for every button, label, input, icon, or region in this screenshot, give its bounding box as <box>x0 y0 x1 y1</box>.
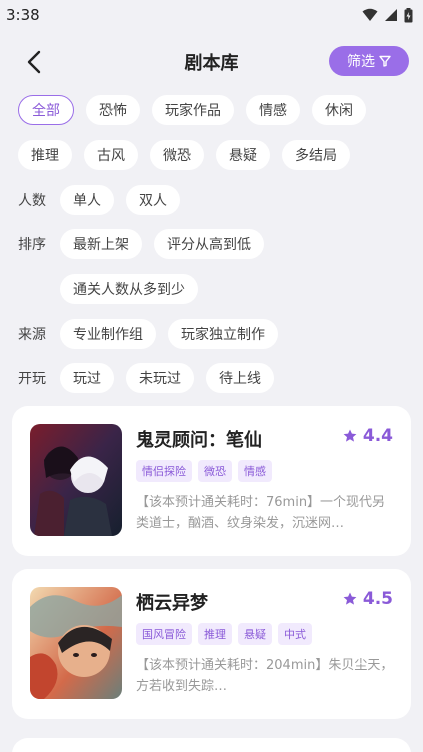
chip-genre-mild-horror[interactable]: 微恐 <box>150 140 204 170</box>
source-label: 来源 <box>18 327 46 343</box>
script-tag: 推理 <box>198 623 232 645</box>
chip-sort-rating[interactable]: 评分从高到低 <box>154 229 264 259</box>
chip-played-yes[interactable]: 玩过 <box>60 363 114 393</box>
wifi-icon <box>362 8 378 21</box>
script-card-partial[interactable] <box>12 738 411 752</box>
chip-source-indie[interactable]: 玩家独立制作 <box>168 319 278 349</box>
chip-genre-mystery[interactable]: 推理 <box>18 140 72 170</box>
script-card[interactable]: 栖云异梦 4.5 国风冒险 推理 悬疑 中式 【该本预计通关耗时：204min】… <box>12 569 411 719</box>
back-button[interactable] <box>20 48 48 76</box>
chip-genre-ancient[interactable]: 古风 <box>84 140 138 170</box>
status-icons <box>362 7 413 23</box>
signal-icon <box>385 9 397 21</box>
chip-sort-completions[interactable]: 通关人数从多到少 <box>60 274 198 304</box>
script-rating: 4.5 <box>343 589 393 609</box>
players-label: 人数 <box>18 193 46 209</box>
chip-genre-all[interactable]: 全部 <box>18 95 74 125</box>
status-bar: 3:38 <box>0 0 423 30</box>
chip-source-pro[interactable]: 专业制作组 <box>60 319 156 349</box>
rating-value: 4.5 <box>362 589 393 609</box>
script-title: 栖云异梦 <box>136 593 208 614</box>
chip-genre-emotion[interactable]: 情感 <box>246 95 300 125</box>
players-row: 人数 单人 双人 <box>18 185 180 215</box>
chip-genre-multi-ending[interactable]: 多结局 <box>282 140 350 170</box>
status-time: 3:38 <box>6 6 40 24</box>
script-cover-image <box>30 587 122 699</box>
star-icon <box>343 429 357 442</box>
chip-sort-newest[interactable]: 最新上架 <box>60 229 142 259</box>
filter-button[interactable]: 筛选 <box>329 46 409 76</box>
chip-genre-horror[interactable]: 恐怖 <box>86 95 140 125</box>
script-description: 【该本预计通关耗时：204min】朱贝尘天，方若收到失踪… <box>136 658 394 694</box>
script-tags: 情侣探险 微恐 情感 <box>136 460 272 482</box>
page-title: 剧本库 <box>184 53 239 74</box>
source-row: 来源 专业制作组 玩家独立制作 <box>18 319 278 349</box>
chip-genre-player-works[interactable]: 玩家作品 <box>152 95 234 125</box>
script-description: 【该本预计通关耗时：76min】一个现代另类道士，酗酒、纹身染发，沉迷网… <box>136 495 386 531</box>
script-tag: 情侣探险 <box>136 460 192 482</box>
sort-row-2: 通关人数从多到少 <box>60 274 198 304</box>
script-tag: 情感 <box>238 460 272 482</box>
star-icon <box>343 592 357 605</box>
genre-row-2: 推理 古风 微恐 悬疑 多结局 <box>18 140 350 170</box>
played-label: 开玩 <box>18 371 46 387</box>
chip-players-single[interactable]: 单人 <box>60 185 114 215</box>
played-row: 开玩 玩过 未玩过 待上线 <box>18 363 274 393</box>
chip-genre-casual[interactable]: 休闲 <box>312 95 366 125</box>
chip-players-double[interactable]: 双人 <box>126 185 180 215</box>
filter-icon <box>379 55 391 67</box>
back-arrow-icon <box>27 50 41 74</box>
chip-played-upcoming[interactable]: 待上线 <box>206 363 274 393</box>
script-tag: 国风冒险 <box>136 623 192 645</box>
script-title: 鬼灵顾问：笔仙 <box>136 430 262 451</box>
filter-label: 筛选 <box>347 54 375 70</box>
script-card[interactable]: 鬼灵顾问：笔仙 4.4 情侣探险 微恐 情感 【该本预计通关耗时：76min】一… <box>12 406 411 556</box>
battery-icon <box>404 7 413 22</box>
chip-played-no[interactable]: 未玩过 <box>126 363 194 393</box>
script-tags: 国风冒险 推理 悬疑 中式 <box>136 623 312 645</box>
rating-value: 4.4 <box>362 426 393 446</box>
header: 剧本库 筛选 <box>0 40 423 84</box>
script-rating: 4.4 <box>343 426 393 446</box>
chip-genre-suspense[interactable]: 悬疑 <box>216 140 270 170</box>
sort-row: 排序 最新上架 评分从高到低 <box>18 229 264 259</box>
genre-row-1: 全部 恐怖 玩家作品 情感 休闲 <box>18 95 366 125</box>
sort-label: 排序 <box>18 237 46 253</box>
script-cover-image <box>30 424 122 536</box>
script-tag: 微恐 <box>198 460 232 482</box>
script-tag: 悬疑 <box>238 623 272 645</box>
script-tag: 中式 <box>278 623 312 645</box>
